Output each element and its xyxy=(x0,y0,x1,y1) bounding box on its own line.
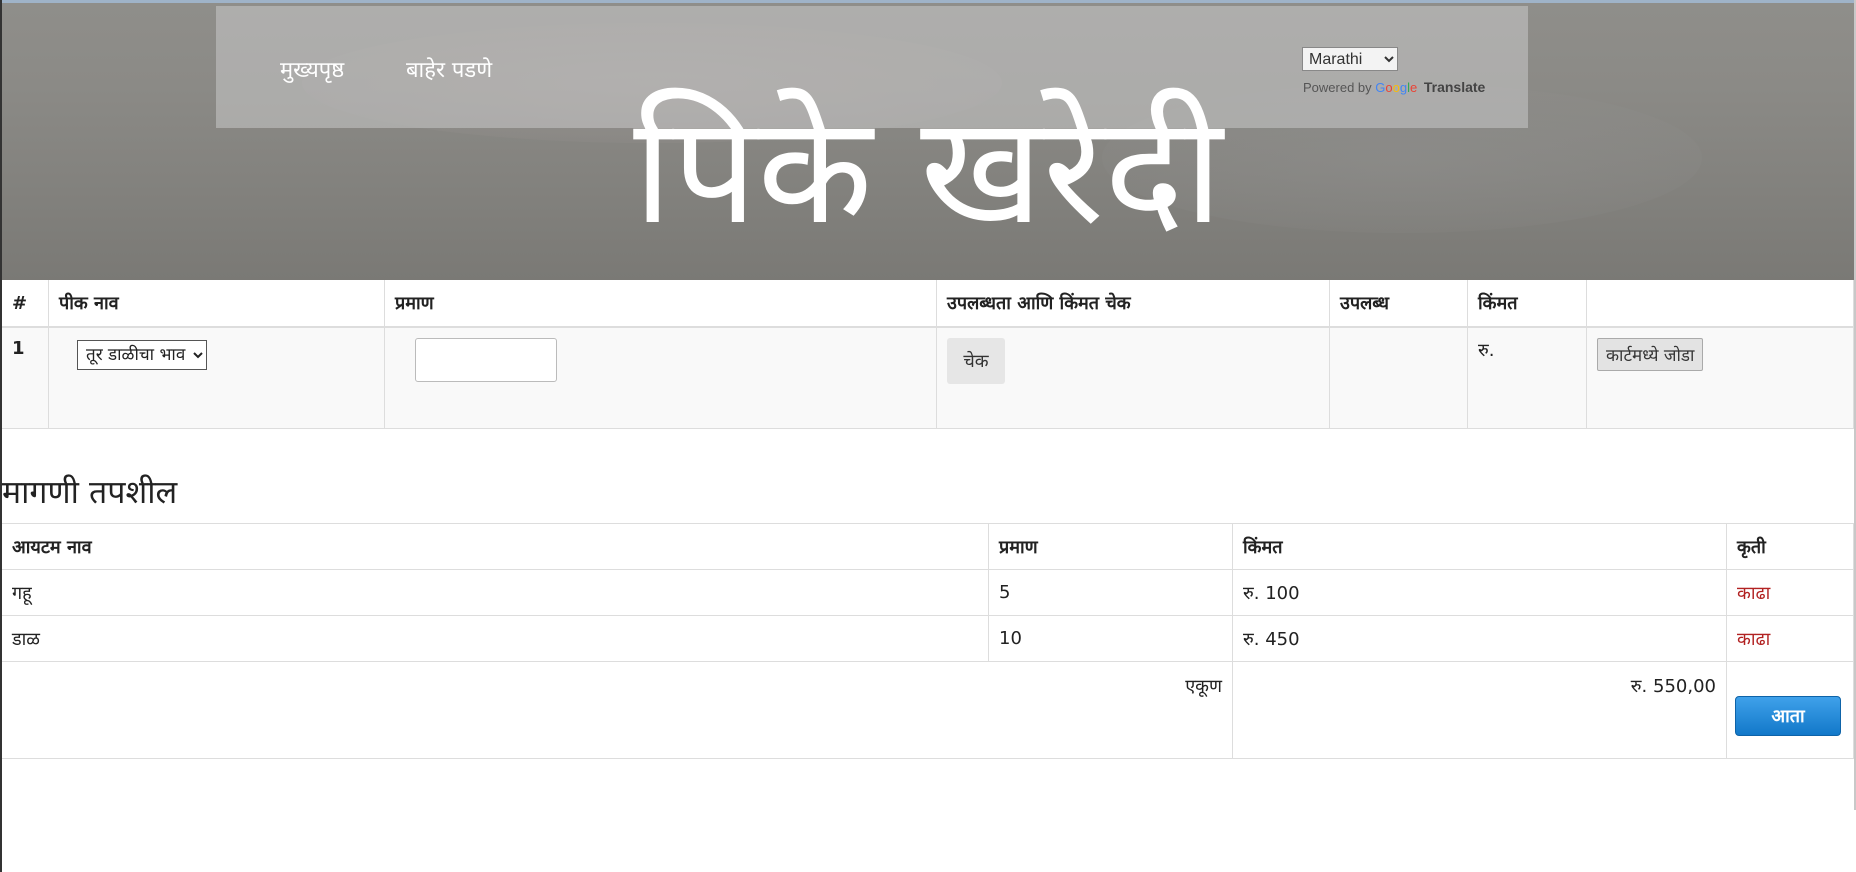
price-cell: रु. xyxy=(1467,327,1587,429)
total-row: एकूण रु. 550,00 आता xyxy=(2,661,1854,759)
add-to-cart-button[interactable]: कार्टमध्ये जोडा xyxy=(1597,338,1704,371)
col-header-index: # xyxy=(2,280,49,328)
remove-cell: काढा xyxy=(1726,615,1854,662)
hero-banner: मुख्यपृष्ठ बाहेर पडणे Marathi Powered by… xyxy=(2,3,1854,280)
crop-cell: तूर डाळीचा भाव xyxy=(48,327,385,429)
table-header-row: आयटम नाव प्रमाण किंमत कृती xyxy=(2,523,1854,570)
item-price: रु. 100 xyxy=(1232,569,1727,616)
total-value: रु. 550,00 xyxy=(1232,661,1727,759)
col-header-quantity: प्रमाण xyxy=(384,280,937,328)
col-header-action xyxy=(1586,280,1854,328)
order-details-heading: मागणी तपशील xyxy=(2,473,178,511)
table-row: 1 तूर डाळीचा भाव चेक रु. कार्टमध्ये जोडा xyxy=(2,327,1854,429)
buy-now-button[interactable]: आता xyxy=(1735,696,1841,736)
buy-cell: आता xyxy=(1726,661,1854,759)
cart-cell: कार्टमध्ये जोडा xyxy=(1586,327,1854,429)
item-price: रु. 450 xyxy=(1232,615,1727,662)
col-header-price: किंमत xyxy=(1467,280,1587,328)
available-cell xyxy=(1329,327,1468,429)
nav-logout-link[interactable]: बाहेर पडणे xyxy=(406,54,492,84)
row-index: 1 xyxy=(2,327,49,429)
table-row: गहू 5 रु. 100 काढा xyxy=(2,569,1854,616)
table-row: डाळ 10 रु. 450 काढा xyxy=(2,615,1854,662)
page-title: पिके खरेदी xyxy=(633,84,1223,258)
total-label: एकूण xyxy=(2,661,1233,759)
col-header-action: कृती xyxy=(1726,523,1854,570)
col-header-item-name: आयटम नाव xyxy=(2,523,989,570)
col-header-quantity: प्रमाण xyxy=(988,523,1233,570)
nav-home-link[interactable]: मुख्यपृष्ठ xyxy=(280,54,344,84)
check-cell: चेक xyxy=(936,327,1330,429)
check-button[interactable]: चेक xyxy=(947,338,1005,384)
item-name: गहू xyxy=(2,569,989,616)
remove-cell: काढा xyxy=(1726,569,1854,616)
language-select[interactable]: Marathi xyxy=(1302,47,1398,71)
left-border xyxy=(0,0,2,872)
remove-link[interactable]: काढा xyxy=(1737,629,1770,650)
crop-purchase-table: # पीक नाव प्रमाण उपलब्धता आणि किंमत चेक … xyxy=(2,280,1854,429)
col-header-price: किंमत xyxy=(1232,523,1727,570)
quantity-cell xyxy=(384,327,937,429)
crop-select[interactable]: तूर डाळीचा भाव xyxy=(77,340,207,370)
item-qty: 5 xyxy=(988,569,1233,616)
item-name: डाळ xyxy=(2,615,989,662)
col-header-availability-check: उपलब्धता आणि किंमत चेक xyxy=(936,280,1330,328)
order-details-table: आयटम नाव प्रमाण किंमत कृती गहू 5 रु. 100… xyxy=(2,523,1854,759)
item-qty: 10 xyxy=(988,615,1233,662)
quantity-input[interactable] xyxy=(415,338,557,382)
col-header-crop-name: पीक नाव xyxy=(48,280,385,328)
table-header-row: # पीक नाव प्रमाण उपलब्धता आणि किंमत चेक … xyxy=(2,280,1854,328)
col-header-available: उपलब्ध xyxy=(1329,280,1468,328)
remove-link[interactable]: काढा xyxy=(1737,583,1770,604)
